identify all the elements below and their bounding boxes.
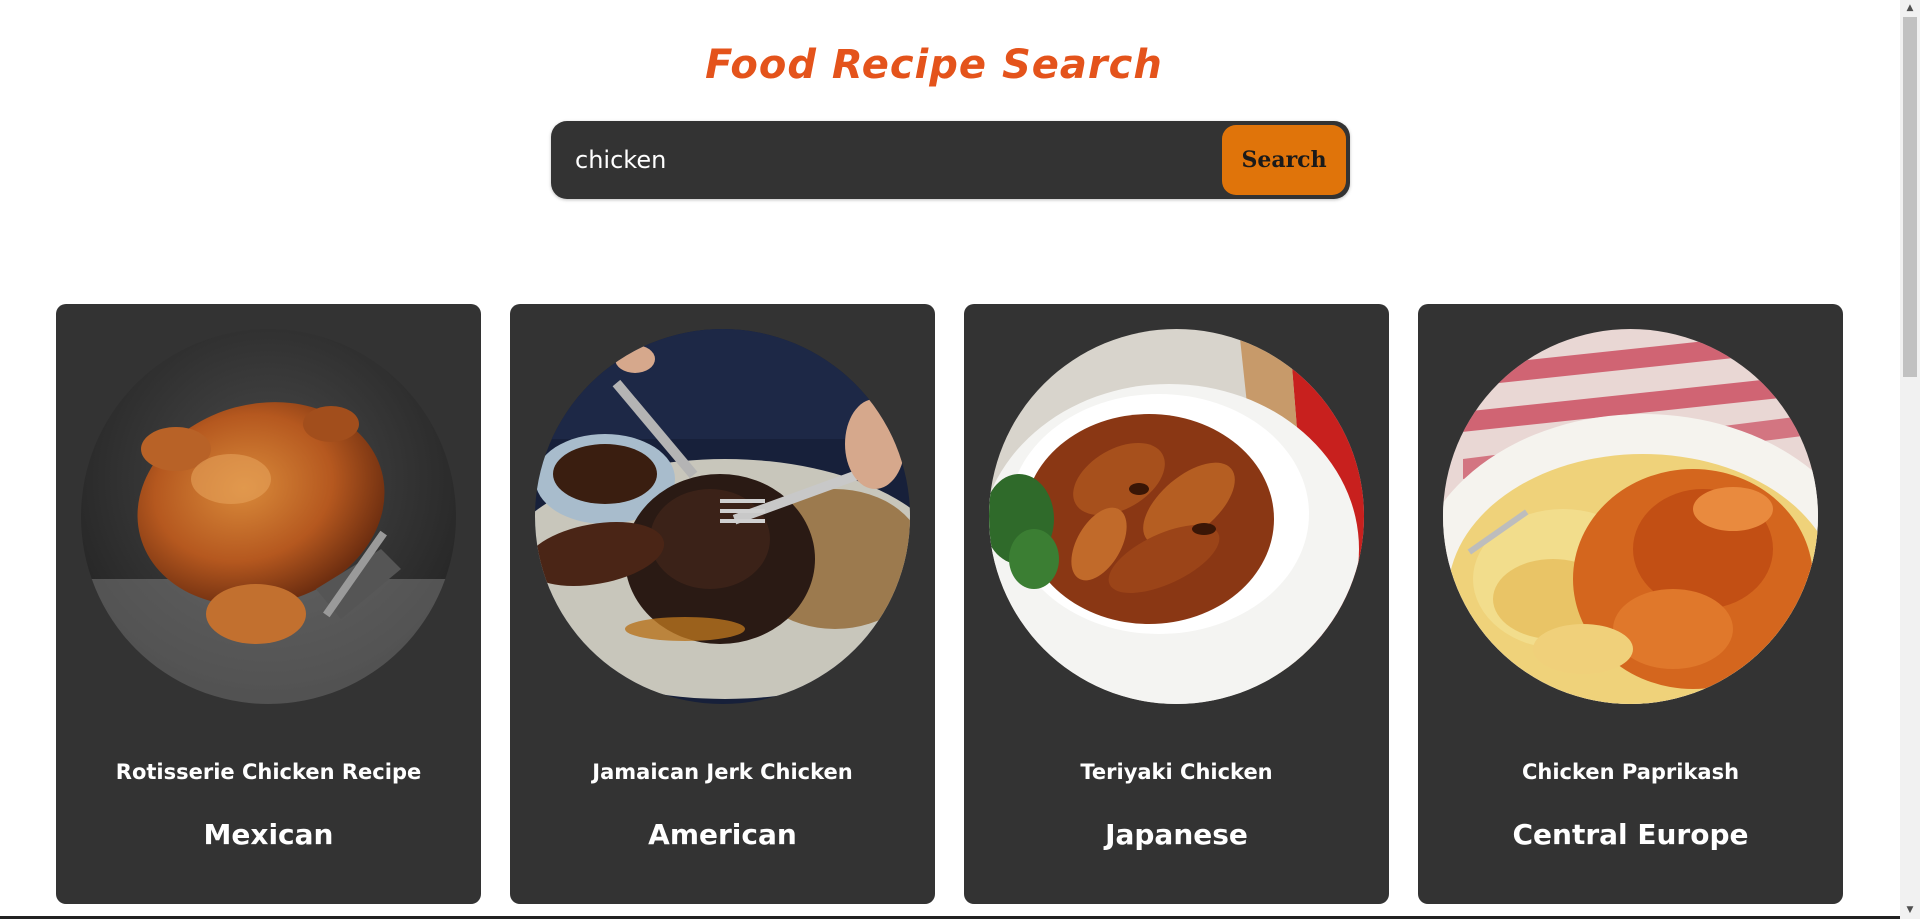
recipe-image[interactable] — [81, 329, 456, 704]
recipe-image[interactable] — [989, 329, 1364, 704]
vertical-scrollbar[interactable]: ▲ ▼ — [1900, 0, 1920, 919]
page: Food Recipe Search Search — [0, 0, 1920, 919]
search-button[interactable]: Search — [1222, 125, 1346, 195]
recipe-area: American — [648, 818, 797, 851]
recipe-card[interactable]: Jamaican Jerk Chicken American — [510, 304, 935, 904]
recipe-area: Japanese — [1105, 818, 1248, 851]
recipe-card[interactable]: Rotisserie Chicken Recipe Mexican — [56, 304, 481, 904]
recipe-image[interactable] — [1443, 329, 1818, 704]
recipe-name: Chicken Paprikash — [1521, 760, 1740, 784]
recipe-name: Rotisserie Chicken Recipe — [115, 760, 422, 784]
page-title: Food Recipe Search — [705, 42, 1163, 88]
jerk-chicken-photo — [535, 329, 910, 704]
recipe-area: Mexican — [203, 818, 334, 851]
teriyaki-chicken-photo — [989, 329, 1364, 704]
search-bar: Search — [551, 121, 1350, 199]
recipe-card[interactable]: Teriyaki Chicken Japanese — [964, 304, 1389, 904]
recipe-image[interactable] — [535, 329, 910, 704]
scrollbar-thumb[interactable] — [1903, 17, 1917, 377]
recipe-name: Jamaican Jerk Chicken — [592, 760, 853, 784]
recipe-area: Central Europe — [1512, 818, 1749, 851]
triangle-up-icon[interactable]: ▲ — [1900, 0, 1920, 17]
triangle-down-icon[interactable]: ▼ — [1900, 902, 1920, 919]
recipe-results: Rotisserie Chicken Recipe Mexican Jamaic… — [56, 304, 1844, 904]
search-input[interactable] — [575, 137, 1235, 183]
recipe-card[interactable]: Chicken Paprikash Central Europe — [1418, 304, 1843, 904]
rotisserie-chicken-photo — [81, 329, 456, 704]
chicken-paprikash-photo — [1443, 329, 1818, 704]
recipe-name: Teriyaki Chicken — [1080, 760, 1273, 784]
